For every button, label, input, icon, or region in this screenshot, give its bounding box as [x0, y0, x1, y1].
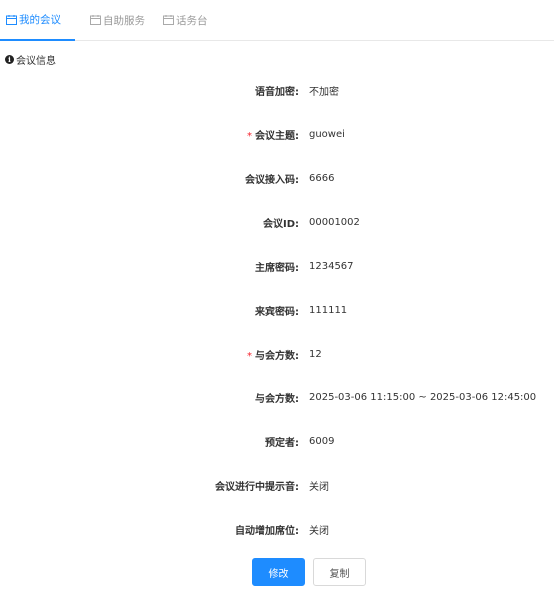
field-booker: 预定者: 6009	[0, 434, 554, 449]
field-value: 6666	[309, 172, 335, 184]
field-value: 12	[309, 348, 322, 360]
field-voice-encryption: 语音加密: 不加密	[0, 83, 554, 98]
tab-label: 自助服务	[103, 14, 145, 27]
field-label: 预定者:	[265, 437, 299, 449]
field-label: * 会议主题:	[247, 130, 299, 142]
section-title-text: 会议信息	[16, 56, 56, 67]
field-label: 与会方数:	[255, 393, 299, 405]
field-value: guowei	[309, 128, 345, 140]
field-participant-count: * 与会方数: 12	[0, 347, 554, 362]
field-value: 不加密	[309, 86, 339, 98]
tab-my-meetings[interactable]: 我的会议	[0, 0, 75, 41]
field-value: 00001002	[309, 216, 360, 228]
field-value: 6009	[309, 435, 335, 447]
field-meeting-id: 会议ID: 00001002	[0, 215, 554, 230]
info-icon: i	[5, 55, 14, 64]
section-title: i 会议信息	[5, 52, 56, 67]
field-value: 关闭	[309, 525, 329, 537]
calendar-icon	[163, 15, 174, 25]
field-guest-password: 来宾密码: 111111	[0, 303, 554, 318]
edit-button[interactable]: 修改	[252, 558, 305, 586]
calendar-icon	[90, 15, 101, 25]
tab-label: 话务台	[176, 14, 208, 27]
tab-operator-console[interactable]: 话务台	[161, 0, 223, 40]
tabs: 我的会议 自助服务 话务台	[0, 0, 223, 41]
field-value: 1234567	[309, 260, 354, 272]
field-auto-add-seats: 自动增加席位: 关闭	[0, 522, 554, 537]
tab-bar: 我的会议 自助服务 话务台	[0, 0, 554, 41]
tab-self-service[interactable]: 自助服务	[75, 0, 161, 40]
field-value: 关闭	[309, 481, 329, 493]
field-chair-password: 主席密码: 1234567	[0, 259, 554, 274]
field-label: 会议进行中提示音:	[215, 481, 299, 493]
required-mark: *	[247, 130, 252, 142]
tab-label: 我的会议	[19, 14, 61, 26]
field-label: 主席密码:	[255, 262, 299, 274]
field-in-meeting-tone: 会议进行中提示音: 关闭	[0, 478, 554, 493]
field-label: 会议ID:	[262, 218, 299, 230]
field-access-code: 会议接入码: 6666	[0, 171, 554, 186]
meeting-page: 我的会议 自助服务 话务台 i 会议信息 语音加密: 不加密 * 会议主题: g…	[0, 0, 554, 602]
field-label: * 与会方数:	[247, 350, 299, 362]
field-value: 2025-03-06 11:15:00 ~ 2025-03-06 12:45:0…	[309, 391, 537, 403]
field-label: 自动增加席位:	[235, 525, 299, 537]
required-mark: *	[247, 350, 252, 362]
field-label: 会议接入码:	[245, 174, 299, 186]
copy-button[interactable]: 复制	[313, 558, 366, 586]
field-label: 语音加密:	[255, 86, 299, 98]
field-value: 111111	[309, 304, 348, 316]
field-meeting-subject: * 会议主题: guowei	[0, 127, 554, 142]
field-meeting-time: 与会方数: 2025-03-06 11:15:00 ~ 2025-03-06 1…	[0, 390, 554, 405]
field-label: 来宾密码:	[255, 306, 299, 318]
calendar-icon	[6, 14, 17, 25]
